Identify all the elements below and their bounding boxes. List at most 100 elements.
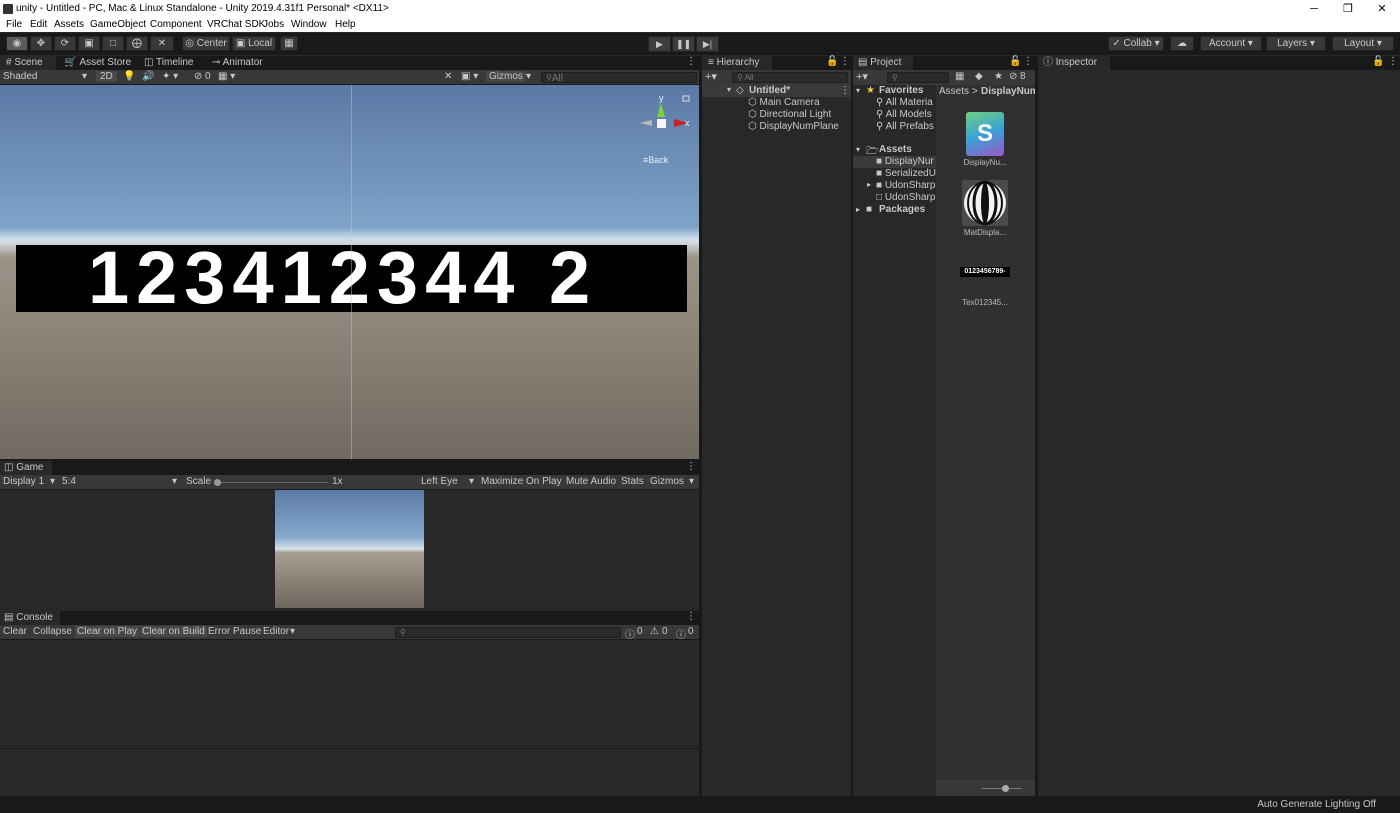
tab-timeline[interactable]: ◫ Timeline xyxy=(144,56,208,70)
lighting-toggle-icon[interactable]: 💡 xyxy=(123,71,135,82)
error-pause-toggle[interactable]: Error Pause xyxy=(208,626,261,637)
scene-expand-icon[interactable]: ▾ xyxy=(727,85,731,94)
console-menu-icon[interactable]: ⋮ xyxy=(686,611,696,622)
favorites-expand-icon[interactable]: ▾ xyxy=(856,86,860,95)
console-search-input[interactable]: ⚲ xyxy=(395,627,621,638)
scene-row[interactable]: ▾ ◇ Untitled* ⋮ xyxy=(702,85,851,97)
project-menu-icon[interactable]: ⋮ xyxy=(1023,56,1033,67)
menu-component[interactable]: Component xyxy=(150,19,202,30)
favorite-item[interactable]: ⚲ All Materia xyxy=(876,97,933,108)
tab-console[interactable]: ▤ Console xyxy=(0,611,60,625)
favorite-item[interactable]: ⚲ All Models xyxy=(876,109,932,120)
audio-toggle-icon[interactable]: 🔊 xyxy=(142,71,154,82)
favorites-label[interactable]: Favorites xyxy=(879,85,923,96)
hierarchy-item[interactable]: ⬡ Main Camera xyxy=(748,97,820,108)
breadcrumb-root[interactable]: Assets xyxy=(939,86,969,97)
eye-dropdown-arrow-icon[interactable]: ▾ xyxy=(469,476,474,487)
clear-on-build-toggle[interactable]: Clear on Build xyxy=(140,626,207,637)
game-preview[interactable] xyxy=(275,490,424,608)
menu-edit[interactable]: Edit xyxy=(30,19,47,30)
pivot-local-button[interactable]: ▣ Local xyxy=(232,36,276,51)
scale-tool-icon[interactable]: ▣ xyxy=(78,36,100,51)
tab-asset-store[interactable]: 🛒 Asset Store xyxy=(64,56,136,70)
grid-snap-icon[interactable]: ▦ xyxy=(280,36,298,51)
info-icon[interactable]: ⓘ xyxy=(625,626,635,641)
maximize-on-play-toggle[interactable]: Maximize On Play xyxy=(481,476,562,487)
asset-folder[interactable]: ■ UdonSharp xyxy=(876,180,935,191)
asset-folder[interactable]: □ UdonSharp xyxy=(876,192,935,203)
texture-thumbnail[interactable]: 0123456789- xyxy=(960,267,1010,277)
scale-slider-thumb[interactable] xyxy=(214,479,221,486)
scene-viewport[interactable]: 123412344 2 y x ≡Back xyxy=(0,85,699,459)
step-button[interactable]: ▶| xyxy=(696,36,719,52)
play-button[interactable]: ▶ xyxy=(648,36,671,52)
grid-toggle-icon[interactable]: ▦ ▾ xyxy=(218,71,235,82)
project-search-input[interactable]: ⚲ xyxy=(887,72,949,83)
pause-button[interactable]: ❚❚ xyxy=(672,36,695,52)
favorite-star-icon[interactable]: ★ xyxy=(994,71,1003,82)
editor-dropdown-arrow-icon[interactable]: ▾ xyxy=(290,626,295,637)
tab-game[interactable]: ◫ Game xyxy=(0,461,52,475)
hierarchy-menu-icon[interactable]: ⋮ xyxy=(840,56,850,67)
favorite-item[interactable]: ⚲ All Prefabs xyxy=(876,121,934,132)
packages-expand-icon[interactable]: ▸ xyxy=(856,205,860,214)
project-add-icon[interactable]: +▾ xyxy=(856,70,868,83)
inspector-menu-icon[interactable]: ⋮ xyxy=(1388,56,1398,67)
rect-tool-icon[interactable]: □ xyxy=(102,36,124,51)
console-clear-button[interactable]: Clear xyxy=(3,626,27,637)
scale-slider-track[interactable] xyxy=(216,482,328,483)
display-dropdown[interactable]: Display 1 xyxy=(3,476,44,487)
assets-expand-icon[interactable]: ▾ xyxy=(856,145,860,154)
tab-scene[interactable]: # Scene xyxy=(0,56,56,70)
menu-gameobject[interactable]: GameObject xyxy=(90,19,146,30)
custom-tool-icon[interactable]: ✕ xyxy=(150,36,174,51)
game-gizmos-dropdown[interactable]: Gizmos xyxy=(650,476,684,487)
tab-hierarchy[interactable]: ≡ Hierarchy xyxy=(702,56,772,70)
game-gizmos-arrow-icon[interactable]: ▾ xyxy=(689,476,694,487)
search-by-label-icon[interactable]: ◆ xyxy=(975,71,983,82)
rotate-tool-icon[interactable]: ⟳ xyxy=(54,36,76,51)
display-dropdown-arrow-icon[interactable]: ▾ xyxy=(50,476,55,487)
material-thumbnail[interactable] xyxy=(962,180,1008,226)
transform-tool-icon[interactable]: ⨁ xyxy=(126,36,148,51)
hierarchy-search-input[interactable]: ⚲ All xyxy=(732,72,848,83)
lock-icon[interactable] xyxy=(682,95,690,102)
pivot-center-button[interactable]: ◎ Center xyxy=(182,36,230,51)
tab-animator[interactable]: ⊸ Animator xyxy=(212,56,276,70)
2d-toggle[interactable]: 2D xyxy=(96,71,117,82)
menu-help[interactable]: Help xyxy=(335,19,356,30)
icon-size-slider-thumb[interactable] xyxy=(1002,785,1009,792)
center-cube[interactable] xyxy=(657,119,666,128)
shading-mode-dropdown[interactable]: Shaded xyxy=(3,71,37,82)
tools-icon[interactable]: ✕ xyxy=(444,71,452,82)
console-editor-dropdown[interactable]: Editor xyxy=(263,626,289,637)
minimize-button[interactable]: ─ xyxy=(1297,1,1331,17)
error-icon[interactable]: ⓘ xyxy=(676,626,686,641)
hidden-objects-icon[interactable]: ⊘ xyxy=(194,71,202,82)
assets-folder-label[interactable]: Assets xyxy=(879,144,912,155)
scene-menu-icon[interactable]: ⋮ xyxy=(686,56,696,67)
project-lock-icon[interactable]: 🔓 xyxy=(1009,56,1021,67)
close-button[interactable]: ✕ xyxy=(1365,1,1399,17)
inspector-lock-icon[interactable]: 🔓 xyxy=(1372,56,1384,67)
hidden-packages-icon[interactable]: ⊘ xyxy=(1009,71,1017,82)
status-text[interactable]: Auto Generate Lighting Off xyxy=(1257,799,1376,810)
menu-vrchat-sdk[interactable]: VRChat SDK xyxy=(207,19,265,30)
menu-jobs[interactable]: Jobs xyxy=(263,19,284,30)
maximize-button[interactable]: ❐ xyxy=(1331,1,1365,17)
udon-script-icon[interactable]: S xyxy=(966,112,1004,156)
menu-window[interactable]: Window xyxy=(291,19,327,30)
tab-inspector[interactable]: ⓘ Inspector xyxy=(1038,56,1110,70)
gizmos-dropdown-arrow-icon[interactable]: ▾ xyxy=(526,71,531,82)
warning-icon[interactable]: ⚠ xyxy=(650,626,659,637)
move-tool-icon[interactable]: ✥ xyxy=(30,36,52,51)
scene-orientation-gizmo[interactable]: y x ≡Back xyxy=(638,93,694,165)
shading-dropdown-arrow-icon[interactable]: ▾ xyxy=(82,71,87,82)
hierarchy-lock-icon[interactable]: 🔓 xyxy=(826,56,838,67)
hierarchy-add-icon[interactable]: +▾ xyxy=(705,70,717,83)
search-by-type-icon[interactable]: ▦ xyxy=(955,71,964,82)
asset-folder[interactable]: ■ SerializedU xyxy=(876,168,936,179)
tab-project[interactable]: ▤ Project xyxy=(853,56,913,70)
menu-file[interactable]: File xyxy=(6,19,22,30)
stats-toggle[interactable]: Stats xyxy=(621,476,644,487)
